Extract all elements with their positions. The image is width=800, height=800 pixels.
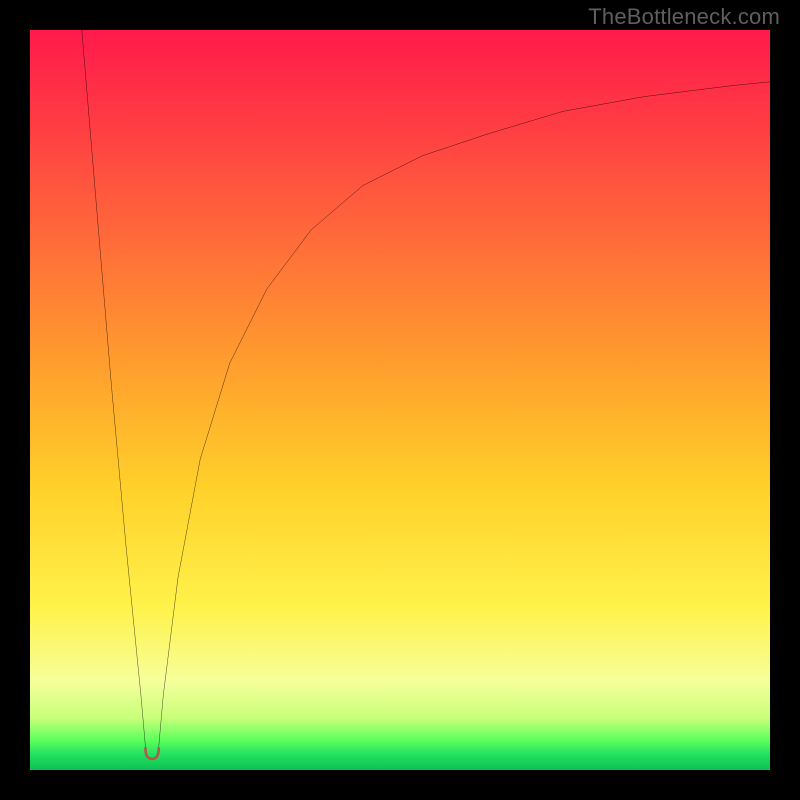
chart-frame: TheBottleneck.com: [0, 0, 800, 800]
curve-left-branch: [82, 30, 146, 755]
dip-marker: [145, 748, 158, 759]
plot-area: [30, 30, 770, 770]
watermark-text: TheBottleneck.com: [588, 4, 780, 30]
curve-svg: [30, 30, 770, 770]
curve-right-branch: [158, 82, 770, 755]
